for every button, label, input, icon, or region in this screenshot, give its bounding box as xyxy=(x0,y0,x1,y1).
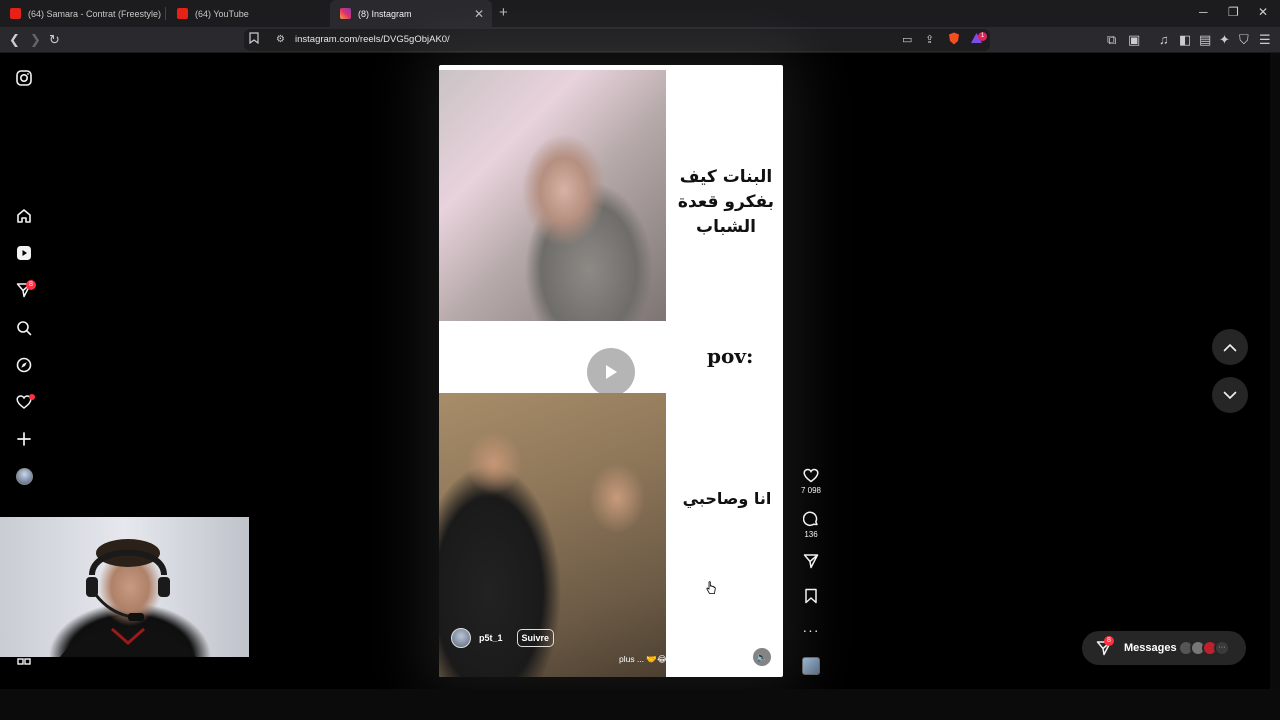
comment-count: 136 xyxy=(804,530,818,539)
send-icon xyxy=(803,554,819,569)
author-username[interactable]: p5t_1 xyxy=(479,633,503,643)
menu-icon[interactable]: ☰ xyxy=(1259,32,1271,48)
comment-action[interactable]: 136 xyxy=(802,511,820,539)
bookmark-icon[interactable] xyxy=(249,32,259,48)
youtube-icon xyxy=(10,8,21,19)
more-avatars-icon: ··· xyxy=(1214,640,1230,656)
extension-badge: 1 xyxy=(978,32,987,41)
reel-video[interactable]: البنات كيف بفكرو قعدة الشباب pov: انا وص… xyxy=(439,65,783,677)
youtube-icon xyxy=(177,8,188,19)
webcam-person-image xyxy=(60,539,196,657)
search-icon[interactable] xyxy=(15,319,33,337)
author-avatar[interactable] xyxy=(451,628,471,648)
heart-icon xyxy=(803,468,819,483)
direct-badge: 8 xyxy=(26,280,36,290)
reels-icon[interactable] xyxy=(15,244,33,262)
tab-title: (64) YouTube xyxy=(195,8,249,19)
instagram-icon xyxy=(340,8,351,19)
create-icon[interactable] xyxy=(15,430,33,448)
save-action[interactable] xyxy=(802,588,820,604)
close-window-icon[interactable]: ✕ xyxy=(1258,5,1268,19)
page-scrollbar[interactable] xyxy=(1270,53,1280,690)
browser-toolbar: ❮ ❯ ↻ ⚙ instagram.com/reels/DVG5gObjAK0/… xyxy=(0,27,1280,53)
messages-button[interactable]: 8 Messages ··· xyxy=(1082,631,1246,665)
cast-icon[interactable]: ▭ xyxy=(902,32,912,48)
restore-icon[interactable]: ❐ xyxy=(1228,5,1239,19)
reel-caption[interactable]: كيفك هههههه؟ 😂🤝 ... plus xyxy=(619,654,719,665)
media-icon[interactable]: ♫ xyxy=(1159,32,1169,48)
profile-avatar[interactable] xyxy=(15,467,33,485)
overlay-text-bottom: انا وصاحبي xyxy=(682,489,772,508)
new-tab-button[interactable]: + xyxy=(499,4,508,21)
speaker-icon: 🔈 xyxy=(756,651,768,662)
share-icon[interactable]: ⇪ xyxy=(925,32,934,48)
overlay-text-pov: pov: xyxy=(707,344,754,368)
share-action[interactable] xyxy=(802,553,820,569)
site-settings-icon[interactable]: ⚙ xyxy=(276,32,285,48)
play-icon xyxy=(606,365,617,379)
chevron-up-icon xyxy=(1223,343,1237,351)
tab-youtube[interactable]: (64) YouTube xyxy=(167,0,327,27)
brave-shields-icon[interactable] xyxy=(948,32,960,49)
extensions-icon[interactable]: ⧉ xyxy=(1107,32,1116,48)
downloads-icon[interactable]: ▣ xyxy=(1128,32,1140,48)
home-icon[interactable] xyxy=(15,207,33,225)
chevron-down-icon xyxy=(1223,391,1237,399)
previous-reel-button[interactable] xyxy=(1212,329,1248,365)
explore-icon[interactable] xyxy=(15,356,33,374)
play-button[interactable] xyxy=(587,348,635,396)
notifications-dot xyxy=(29,394,35,400)
tab-title: (8) Instagram xyxy=(358,8,412,19)
instagram-logo-icon[interactable] xyxy=(15,69,33,87)
tab-samara[interactable]: (64) Samara - Contrat (Freestyle) - Yo xyxy=(0,0,163,27)
wallet-icon[interactable]: ▤ xyxy=(1199,32,1211,48)
webcam-overlay xyxy=(0,517,249,657)
reload-icon[interactable]: ↻ xyxy=(49,32,60,48)
close-tab-icon[interactable]: ✕ xyxy=(474,7,484,21)
bottom-strip xyxy=(0,689,1280,720)
tab-instagram[interactable]: (8) Instagram ✕ xyxy=(330,0,492,27)
tab-separator xyxy=(165,7,166,20)
reel-author: p5t_1 Suivre xyxy=(451,628,555,648)
browser-tab-bar: (64) Samara - Contrat (Freestyle) - Yo (… xyxy=(0,0,1280,27)
vpn-icon[interactable]: ⛉ xyxy=(1239,32,1249,48)
audio-thumbnail[interactable] xyxy=(802,657,820,675)
minimize-icon[interactable]: ─ xyxy=(1199,5,1208,19)
overlay-text-top: البنات كيف بفكرو قعدة الشباب xyxy=(677,167,775,237)
url-text: instagram.com/reels/DVG5gObjAK0/ xyxy=(295,34,450,45)
more-options-action[interactable]: ··· xyxy=(802,622,820,638)
like-action[interactable]: 7 098 xyxy=(800,468,822,495)
mute-button[interactable]: 🔈 xyxy=(753,648,771,666)
leo-ai-icon[interactable]: ✦ xyxy=(1219,32,1230,48)
video-frame-top xyxy=(439,70,666,321)
back-icon[interactable]: ❮ xyxy=(9,32,20,48)
comment-icon xyxy=(803,511,818,527)
next-reel-button[interactable] xyxy=(1212,377,1248,413)
bookmark-icon xyxy=(805,588,817,604)
like-count: 7 098 xyxy=(800,486,822,495)
forward-icon[interactable]: ❯ xyxy=(30,32,41,48)
messages-avatars: ··· xyxy=(1178,640,1230,656)
messages-badge: 8 xyxy=(1104,636,1114,646)
more-dots-icon: ··· xyxy=(802,622,820,638)
hand-cursor-icon xyxy=(706,581,716,594)
tab-title: (64) Samara - Contrat (Freestyle) - Yo xyxy=(28,8,163,19)
follow-button[interactable]: Suivre xyxy=(516,629,555,647)
messages-label: Messages xyxy=(1124,642,1177,654)
sidebar-toggle-icon[interactable]: ◧ xyxy=(1179,32,1191,48)
